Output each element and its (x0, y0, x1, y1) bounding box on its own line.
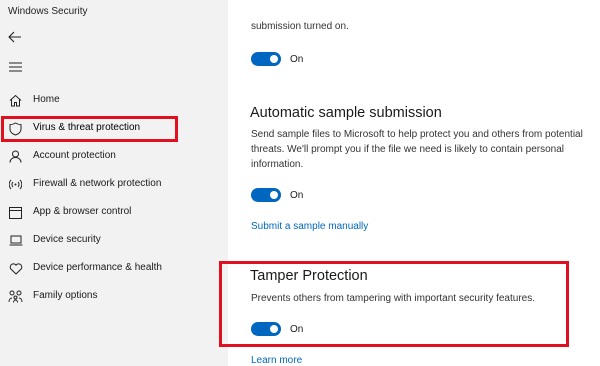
app-title: Windows Security (8, 6, 88, 17)
sidebar-item-firewall-network-protection[interactable]: Firewall & network protection (0, 173, 228, 197)
sidebar-item-label: Firewall & network protection (33, 178, 162, 189)
sidebar-item-device-security[interactable]: Device security (0, 229, 228, 253)
auto-sample-title: Automatic sample submission (250, 105, 442, 121)
hamburger-icon (8, 62, 22, 72)
sidebar-item-family-options[interactable]: Family options (0, 285, 228, 309)
person-icon (8, 149, 23, 164)
browser-window-icon (8, 205, 23, 220)
back-arrow-icon (8, 31, 21, 43)
sidebar-item-account-protection[interactable]: Account protection (0, 145, 228, 169)
toggle-state-label: On (290, 53, 304, 65)
auto-sample-toggle[interactable] (251, 188, 281, 202)
sidebar-item-label: Account protection (33, 150, 116, 161)
cloud-protection-toggle-row: On (251, 52, 303, 66)
cloud-protection-toggle[interactable] (251, 52, 281, 66)
sidebar-item-app-browser-control[interactable]: App & browser control (0, 201, 228, 225)
wifi-signal-icon (8, 177, 23, 192)
sidebar-item-device-performance-health[interactable]: Device performance & health (0, 257, 228, 281)
sidebar-item-home[interactable]: Home (0, 89, 228, 113)
family-icon (8, 289, 23, 304)
sidebar: Windows Security Home Virus & threat pro… (0, 0, 228, 366)
back-button[interactable] (4, 27, 26, 47)
auto-sample-description: Send sample files to Microsoft to help p… (251, 129, 583, 170)
submit-sample-link[interactable]: Submit a sample manually (251, 221, 368, 232)
highlight-box-virus-threat (1, 116, 178, 142)
toggle-state-label: On (290, 189, 304, 201)
menu-button[interactable] (4, 57, 26, 77)
highlight-box-tamper-protection (219, 261, 569, 347)
auto-sample-toggle-row: On (251, 188, 303, 202)
sidebar-item-label: Device security (33, 234, 101, 245)
heart-icon (8, 261, 23, 276)
sidebar-item-label: Family options (33, 290, 98, 301)
sidebar-item-label: App & browser control (33, 206, 132, 217)
sidebar-item-label: Home (33, 94, 60, 105)
laptop-icon (8, 233, 23, 248)
sidebar-item-label: Device performance & health (33, 262, 162, 273)
learn-more-link[interactable]: Learn more (251, 355, 302, 366)
home-icon (8, 93, 23, 108)
partial-description: submission turned on. (251, 21, 349, 32)
